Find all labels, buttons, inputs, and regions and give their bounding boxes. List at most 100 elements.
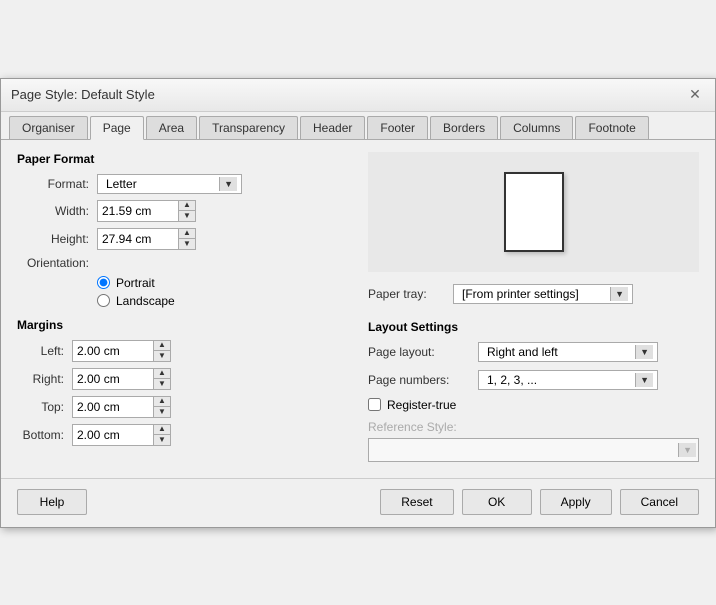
register-true-checkbox[interactable] — [368, 398, 381, 411]
page-layout-select[interactable]: Right and left ▼ — [478, 342, 658, 362]
bottom-arrows: ▲ ▼ — [153, 425, 170, 445]
reference-style-label: Reference Style: — [368, 420, 699, 434]
bottom-input[interactable] — [73, 426, 153, 444]
dialog-title: Page Style: Default Style — [11, 87, 155, 102]
right-up-arrow[interactable]: ▲ — [154, 369, 170, 379]
top-input[interactable] — [73, 398, 153, 416]
height-down-arrow[interactable]: ▼ — [179, 239, 195, 249]
help-button[interactable]: Help — [17, 489, 87, 515]
format-select[interactable]: Letter ▼ — [97, 174, 242, 194]
top-down-arrow[interactable]: ▼ — [154, 407, 170, 417]
portrait-label: Portrait — [116, 276, 155, 290]
tab-page[interactable]: Page — [90, 116, 144, 140]
main-content: Paper Format Format: Letter ▼ Width: ▲ ▼ — [1, 140, 715, 474]
tab-area[interactable]: Area — [146, 116, 197, 139]
top-arrows: ▲ ▼ — [153, 397, 170, 417]
bottom-margin-row: Bottom: ▲ ▼ — [17, 424, 338, 446]
ok-button[interactable]: OK — [462, 489, 532, 515]
paper-tray-dropdown-arrow[interactable]: ▼ — [610, 287, 628, 301]
left-input[interactable] — [73, 342, 153, 360]
landscape-label: Landscape — [116, 294, 175, 308]
width-down-arrow[interactable]: ▼ — [179, 211, 195, 221]
height-label: Height: — [17, 232, 97, 246]
tab-footnote[interactable]: Footnote — [575, 116, 648, 139]
register-true-label: Register-true — [387, 398, 456, 412]
reference-style-dropdown-arrow: ▼ — [678, 443, 696, 457]
width-row: Width: ▲ ▼ — [17, 200, 338, 222]
tab-columns[interactable]: Columns — [500, 116, 573, 139]
page-numbers-select[interactable]: 1, 2, 3, ... ▼ — [478, 370, 658, 390]
landscape-radio[interactable] — [97, 294, 110, 307]
bottom-buttons: Help Reset OK Apply Cancel — [1, 478, 715, 527]
page-layout-row: Page layout: Right and left ▼ — [368, 342, 699, 362]
format-label: Format: — [17, 177, 97, 191]
reset-button[interactable]: Reset — [380, 489, 453, 515]
top-spinner[interactable]: ▲ ▼ — [72, 396, 171, 418]
page-layout-label: Page layout: — [368, 345, 478, 359]
format-value: Letter — [102, 177, 219, 191]
portrait-radio[interactable] — [97, 276, 110, 289]
top-margin-row: Top: ▲ ▼ — [17, 396, 338, 418]
tab-organiser[interactable]: Organiser — [9, 116, 88, 139]
layout-title: Layout Settings — [368, 320, 699, 334]
width-up-arrow[interactable]: ▲ — [179, 201, 195, 211]
landscape-option[interactable]: Landscape — [97, 294, 338, 308]
top-label: Top: — [17, 400, 72, 414]
right-panel: Paper tray: [From printer settings] ▼ La… — [358, 152, 699, 462]
left-label: Left: — [17, 344, 72, 358]
title-bar: Page Style: Default Style ✕ — [1, 79, 715, 112]
right-spinner[interactable]: ▲ ▼ — [72, 368, 171, 390]
height-row: Height: ▲ ▼ — [17, 228, 338, 250]
tab-borders[interactable]: Borders — [430, 116, 498, 139]
register-true-row: Register-true — [368, 398, 699, 412]
page-numbers-value: 1, 2, 3, ... — [483, 373, 635, 387]
cancel-button[interactable]: Cancel — [620, 489, 699, 515]
height-up-arrow[interactable]: ▲ — [179, 229, 195, 239]
bottom-down-arrow[interactable]: ▼ — [154, 435, 170, 445]
tab-footer[interactable]: Footer — [367, 116, 428, 139]
format-dropdown-arrow[interactable]: ▼ — [219, 177, 237, 191]
right-margin-row: Right: ▲ ▼ — [17, 368, 338, 390]
paper-tray-row: Paper tray: [From printer settings] ▼ — [368, 284, 699, 304]
right-label: Right: — [17, 372, 72, 386]
close-button[interactable]: ✕ — [685, 85, 705, 105]
margins-title: Margins — [17, 318, 338, 332]
left-margin-row: Left: ▲ ▼ — [17, 340, 338, 362]
portrait-option[interactable]: Portrait — [97, 276, 338, 290]
page-numbers-dropdown-arrow[interactable]: ▼ — [635, 373, 653, 387]
bottom-spinner[interactable]: ▲ ▼ — [72, 424, 171, 446]
width-arrows: ▲ ▼ — [178, 201, 195, 221]
page-layout-dropdown-arrow[interactable]: ▼ — [635, 345, 653, 359]
height-input[interactable] — [98, 230, 178, 248]
left-up-arrow[interactable]: ▲ — [154, 341, 170, 351]
margins-section: Margins Left: ▲ ▼ Right: — [17, 318, 338, 446]
left-down-arrow[interactable]: ▼ — [154, 351, 170, 361]
bottom-label: Bottom: — [17, 428, 72, 442]
paper-tray-value: [From printer settings] — [458, 287, 610, 301]
orientation-label: Orientation: — [17, 256, 97, 270]
top-up-arrow[interactable]: ▲ — [154, 397, 170, 407]
format-row: Format: Letter ▼ — [17, 174, 338, 194]
right-down-arrow[interactable]: ▼ — [154, 379, 170, 389]
left-spinner[interactable]: ▲ ▼ — [72, 340, 171, 362]
page-numbers-label: Page numbers: — [368, 373, 478, 387]
left-arrows: ▲ ▼ — [153, 341, 170, 361]
tab-transparency[interactable]: Transparency — [199, 116, 298, 139]
width-input[interactable] — [98, 202, 178, 220]
tab-header[interactable]: Header — [300, 116, 365, 139]
paper-tray-select[interactable]: [From printer settings] ▼ — [453, 284, 633, 304]
height-spinner[interactable]: ▲ ▼ — [97, 228, 196, 250]
paper-sheet-visual — [504, 172, 564, 252]
orientation-radio-group: Portrait Landscape — [97, 276, 338, 308]
apply-button[interactable]: Apply — [540, 489, 612, 515]
reference-style-select: ▼ — [368, 438, 699, 462]
orientation-row: Orientation: — [17, 256, 338, 270]
layout-section: Layout Settings Page layout: Right and l… — [368, 320, 699, 462]
right-input[interactable] — [73, 370, 153, 388]
bottom-up-arrow[interactable]: ▲ — [154, 425, 170, 435]
dialog-window: Page Style: Default Style ✕ Organiser Pa… — [0, 78, 716, 528]
width-spinner[interactable]: ▲ ▼ — [97, 200, 196, 222]
paper-preview — [368, 152, 699, 272]
right-arrows: ▲ ▼ — [153, 369, 170, 389]
width-label: Width: — [17, 204, 97, 218]
